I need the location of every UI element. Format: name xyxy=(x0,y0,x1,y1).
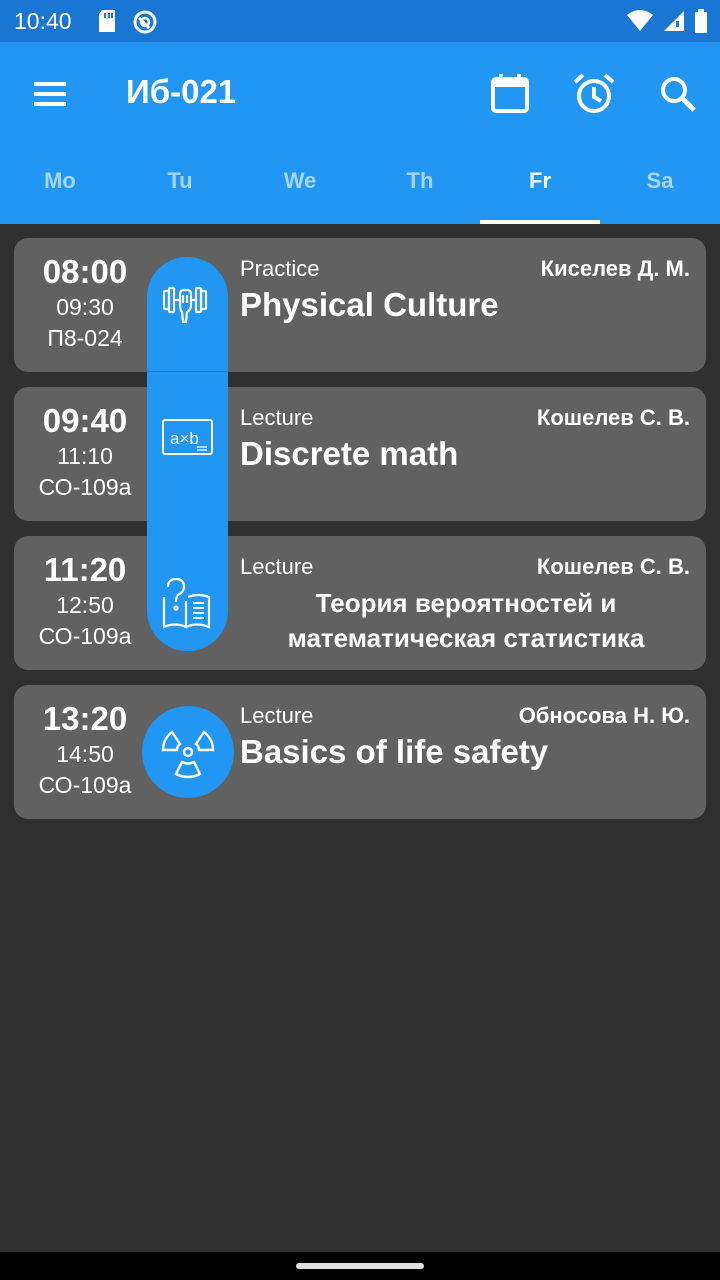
end-time: 12:50 xyxy=(56,592,114,618)
class-type: Practice xyxy=(240,256,320,281)
question-book-icon xyxy=(162,577,211,629)
teacher-name: Кошелев С. В. xyxy=(536,554,690,579)
start-time: 08:00 xyxy=(42,253,128,290)
alarm-clock-icon[interactable] xyxy=(570,70,618,118)
status-time: 10:40 xyxy=(14,8,72,34)
calendar-icon[interactable] xyxy=(486,70,534,118)
search-icon[interactable] xyxy=(654,70,702,118)
cell-signal-icon xyxy=(664,11,684,31)
axb-board-icon: a×b xyxy=(162,419,213,455)
subject-name: Basics of life safety xyxy=(240,733,549,770)
tab-mo[interactable]: Mo xyxy=(0,150,120,224)
data-saver-icon xyxy=(133,10,157,34)
tab-we[interactable]: We xyxy=(240,150,360,224)
room: П8-024 xyxy=(47,325,123,351)
tab-sa[interactable]: Sa xyxy=(600,150,720,224)
class-card[interactable]: 08:00 09:30 П8-024 Practice Киселев Д. М… xyxy=(14,238,706,372)
start-time: 09:40 xyxy=(42,402,128,439)
svg-text:a×b: a×b xyxy=(170,429,199,448)
subject-name: Discrete math xyxy=(240,435,459,472)
dumbbell-icon xyxy=(162,286,208,324)
home-gesture-handle[interactable] xyxy=(296,1263,424,1269)
class-type: Lecture xyxy=(240,405,314,430)
menu-icon[interactable] xyxy=(28,72,72,116)
tab-fr[interactable]: Fr xyxy=(480,150,600,224)
day-tabs: Mo Tu We Th Fr Sa xyxy=(0,150,720,224)
end-time: 09:30 xyxy=(56,294,114,320)
page-title: Иб-021 xyxy=(126,73,237,110)
class-type: Lecture xyxy=(240,703,314,728)
room: СО-109а xyxy=(38,474,132,500)
room: СО-109а xyxy=(38,772,132,798)
teacher-name: Кошелев С. В. xyxy=(536,405,690,430)
class-group-pill: a×b xyxy=(147,257,228,651)
sd-card-icon xyxy=(99,10,115,32)
start-time: 11:20 xyxy=(43,551,127,588)
subject-name: Physical Culture xyxy=(240,286,499,323)
wifi-icon xyxy=(627,10,653,31)
tab-th[interactable]: Th xyxy=(360,150,480,224)
tab-indicator xyxy=(480,220,600,224)
teacher-name: Киселев Д. М. xyxy=(540,256,690,281)
class-icon-circle xyxy=(142,706,234,798)
radiation-icon xyxy=(161,730,215,779)
system-nav-bar xyxy=(0,1252,720,1280)
teacher-name: Обносова Н. Ю. xyxy=(518,703,690,728)
app-bar: Иб-021 Mo Tu We Th Fr Sa xyxy=(0,42,720,224)
tab-tu[interactable]: Tu xyxy=(120,150,240,224)
room: СО-109а xyxy=(38,623,132,649)
class-card[interactable]: 13:20 14:50 СО-109а Lecture Обносова Н. … xyxy=(14,685,706,819)
start-time: 13:20 xyxy=(42,700,128,737)
status-bar: 10:40 xyxy=(0,0,720,42)
battery-icon xyxy=(695,9,707,33)
end-time: 14:50 xyxy=(56,741,114,767)
class-card[interactable]: 09:40 11:10 СО-109а Lecture Кошелев С. В… xyxy=(14,387,706,521)
class-type: Lecture xyxy=(240,554,314,579)
end-time: 11:10 xyxy=(57,443,113,469)
subject-name: Теория вероятностей и математическая ста… xyxy=(287,588,645,653)
class-card[interactable]: 11:20 12:50 СО-109а Lecture Кошелев С. В… xyxy=(14,536,706,670)
